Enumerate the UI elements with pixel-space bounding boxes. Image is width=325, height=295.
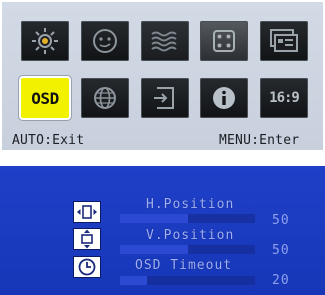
v-position-item[interactable] [74,229,100,249]
waves-tile[interactable] [141,21,189,61]
enter-hint: MENU:Enter [219,133,300,148]
osd-main-menu: OSD 16:9 AUTO:Exit MENU:Enter [2,2,323,150]
info-icon [213,87,235,109]
v-position-bar[interactable] [120,245,255,254]
v-position-bar-fill [120,245,188,254]
h-position-bar-fill [120,214,188,223]
color-dice-icon [213,30,235,52]
h-position-item[interactable] [74,202,100,222]
h-position-label: H.Position [146,197,235,212]
aspect-ratio-icon: 16:9 [269,90,300,106]
language-tile[interactable] [81,78,129,118]
input-source-icon [154,87,174,109]
waves-icon [151,31,177,52]
v-position-value: 50 [272,243,290,258]
osd-timeout-bar[interactable] [120,276,255,285]
timeout-clock-icon [78,258,96,276]
color-tile[interactable] [200,21,248,61]
h-position-value: 50 [272,213,290,228]
input-source-tile[interactable] [141,78,189,118]
information-tile[interactable] [200,78,248,118]
brightness-tile[interactable] [21,21,69,61]
osd-timeout-item[interactable] [74,257,100,277]
h-position-icon [77,205,97,219]
globe-icon [94,87,116,109]
photo-mode-icon [270,29,298,52]
aspect-ratio-tile[interactable]: 16:9 [260,78,308,118]
osd-settings-submenu: H.Position 50 V.Position 50 OSD Timeout … [0,166,325,295]
osd-icon: OSD [31,88,59,108]
photo-mode-tile[interactable] [260,21,308,61]
osd-timeout-label: OSD Timeout [135,258,233,273]
image-face-icon [93,29,117,53]
v-position-icon [81,229,93,249]
osd-tile[interactable]: OSD [21,78,69,118]
image-tile[interactable] [81,21,129,61]
h-position-bar[interactable] [120,214,255,223]
v-position-label: V.Position [146,228,235,243]
exit-hint: AUTO:Exit [12,133,85,148]
osd-timeout-value: 20 [272,273,290,288]
osd-timeout-bar-fill [120,276,147,285]
brightness-icon [32,28,58,54]
